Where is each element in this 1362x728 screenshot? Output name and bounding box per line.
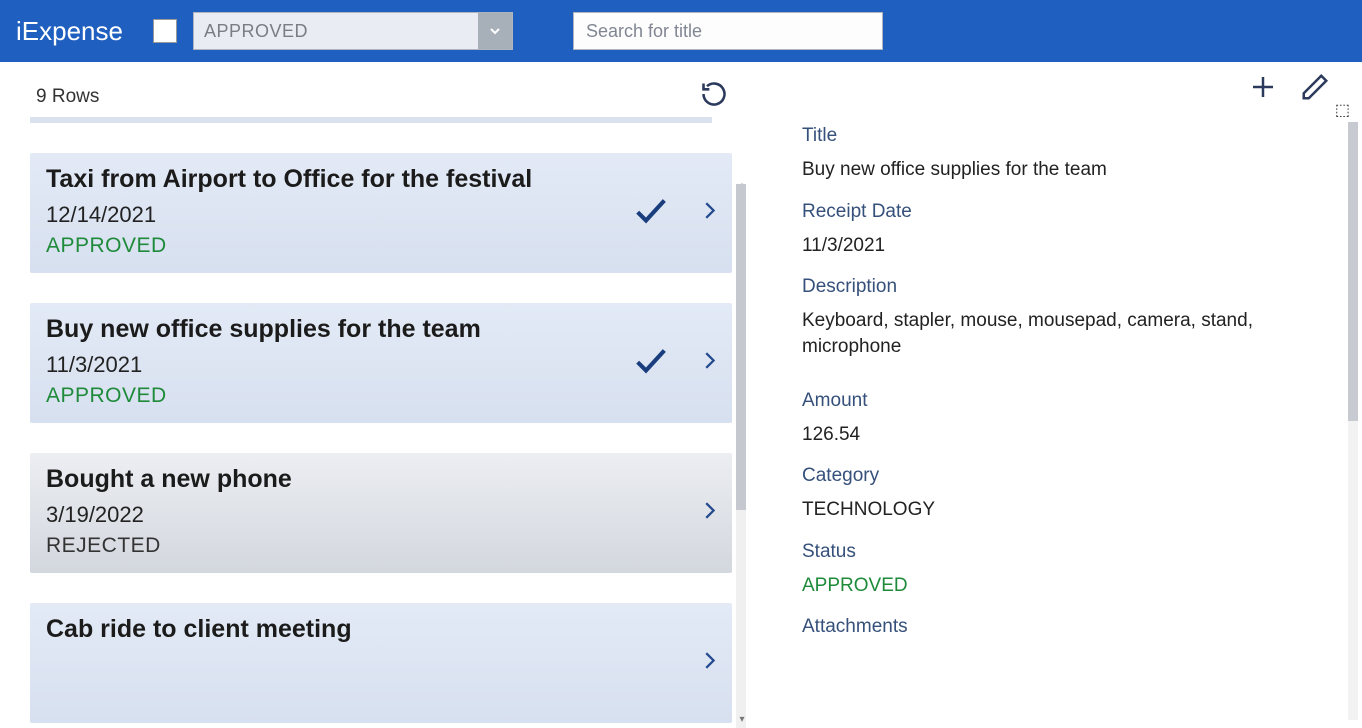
expense-card[interactable]: Buy new office supplies for the team 11/3…: [30, 303, 732, 423]
expense-date: 3/19/2022: [46, 502, 716, 528]
edit-button[interactable]: [1300, 72, 1330, 107]
add-button[interactable]: [1248, 72, 1278, 107]
detail-scrollbar[interactable]: [1348, 122, 1358, 720]
expense-status: APPROVED: [46, 384, 716, 408]
expense-title: Taxi from Airport to Office for the fest…: [46, 165, 716, 194]
label-attachments: Attachments: [802, 616, 1334, 638]
app-title: iExpense: [16, 16, 123, 47]
chevron-right-icon[interactable]: [698, 642, 720, 685]
chevron-right-icon[interactable]: [698, 192, 720, 235]
expense-date: 11/3/2021: [46, 352, 716, 378]
value-receipt-date: 11/3/2021: [802, 233, 1334, 259]
expense-title: Buy new office supplies for the team: [46, 315, 716, 344]
scroll-down-arrow[interactable]: ▾: [736, 714, 748, 726]
status-filter-select[interactable]: APPROVED: [193, 12, 513, 50]
expense-date: 12/14/2021: [46, 202, 716, 228]
check-icon: [624, 191, 678, 236]
expense-status: APPROVED: [46, 234, 716, 258]
expense-card[interactable]: Bought a new phone 3/19/2022 REJECTED: [30, 453, 732, 573]
row-count-label: 9 Rows: [36, 86, 99, 108]
status-filter-value: APPROVED: [194, 21, 478, 42]
label-status: Status: [802, 541, 1334, 563]
value-title: Buy new office supplies for the team: [802, 157, 1334, 183]
label-category: Category: [802, 465, 1334, 487]
label-receipt-date: Receipt Date: [802, 201, 1334, 223]
expense-card[interactable]: Taxi from Airport to Office for the fest…: [30, 153, 732, 273]
label-description: Description: [802, 276, 1334, 298]
value-category: TECHNOLOGY: [802, 497, 1334, 523]
chevron-right-icon[interactable]: [698, 492, 720, 535]
search-input[interactable]: [573, 12, 883, 50]
cursor-icon: ⬚: [1335, 100, 1350, 120]
app-header: iExpense APPROVED: [0, 0, 1362, 62]
label-title: Title: [802, 125, 1334, 147]
list-scrollbar-thumb[interactable]: [736, 184, 746, 510]
value-description: Keyboard, stapler, mouse, mousepad, came…: [802, 308, 1262, 359]
card-actions: [698, 642, 720, 685]
expense-title: Bought a new phone: [46, 465, 716, 494]
chevron-down-icon: [478, 13, 512, 49]
label-amount: Amount: [802, 390, 1334, 412]
card-actions: [624, 341, 720, 386]
expense-list-panel: 9 Rows ▴ ▾ Taxi from Airport to Office f…: [0, 62, 748, 728]
card-actions: [624, 191, 720, 236]
expense-status: REJECTED: [46, 534, 716, 558]
filter-checkbox[interactable]: [153, 19, 177, 43]
expense-card[interactable]: Cab ride to client meeting: [30, 603, 732, 723]
list-scrollbar[interactable]: [736, 184, 746, 728]
value-status: APPROVED: [802, 573, 1334, 599]
chevron-right-icon[interactable]: [698, 342, 720, 385]
detail-panel: ⬚ Title Buy new office supplies for the …: [748, 62, 1362, 728]
card-actions: [698, 492, 720, 535]
detail-scrollbar-thumb[interactable]: [1348, 122, 1358, 421]
value-amount: 126.54: [802, 422, 1334, 448]
expense-title: Cab ride to client meeting: [46, 615, 716, 644]
refresh-button[interactable]: [700, 80, 728, 113]
check-icon: [624, 341, 678, 386]
